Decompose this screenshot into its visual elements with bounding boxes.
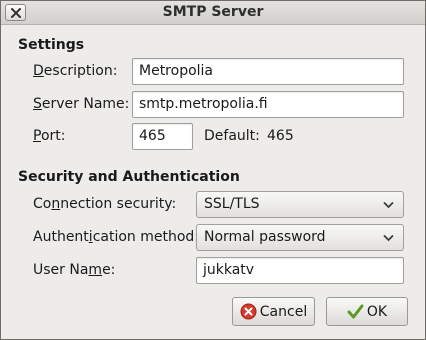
chevron-down-icon (383, 201, 394, 209)
port-field[interactable]: 465 (132, 123, 193, 150)
window-title: SMTP Server (162, 4, 264, 20)
connection-security-label: Connection security: (33, 196, 177, 212)
ok-button-label: OK (366, 303, 388, 320)
description-label: Description: (33, 63, 118, 79)
security-heading: Security and Authentication (18, 169, 240, 185)
auth-method-label: Authentication method: (33, 229, 200, 245)
smtp-server-dialog: SMTP Server Settings Description: Metrop… (0, 0, 426, 340)
connection-security-select[interactable]: SSL/TLS (196, 191, 404, 218)
default-port-label: Default: (204, 128, 260, 144)
cancel-button-label: Cancel (259, 303, 308, 320)
server-name-field[interactable]: smtp.metropolia.fi (132, 91, 404, 118)
cancel-icon (240, 303, 257, 320)
default-port-value: 465 (267, 128, 294, 144)
port-label: Port: (33, 128, 66, 144)
connection-security-value: SSL/TLS (204, 196, 260, 212)
auth-method-value: Normal password (204, 229, 326, 245)
username-field[interactable]: jukkatv (196, 257, 404, 284)
checkmark-icon (347, 303, 364, 320)
chevron-down-icon (383, 234, 394, 242)
server-name-label: Server Name: (33, 96, 130, 112)
settings-heading: Settings (18, 37, 85, 53)
description-field[interactable]: Metropolia (132, 58, 404, 85)
cancel-button[interactable]: Cancel (232, 297, 315, 326)
auth-method-select[interactable]: Normal password (196, 224, 404, 251)
ok-button[interactable]: OK (326, 297, 408, 326)
username-label: User Name: (33, 262, 116, 278)
title-bar: SMTP Server (1, 1, 425, 25)
